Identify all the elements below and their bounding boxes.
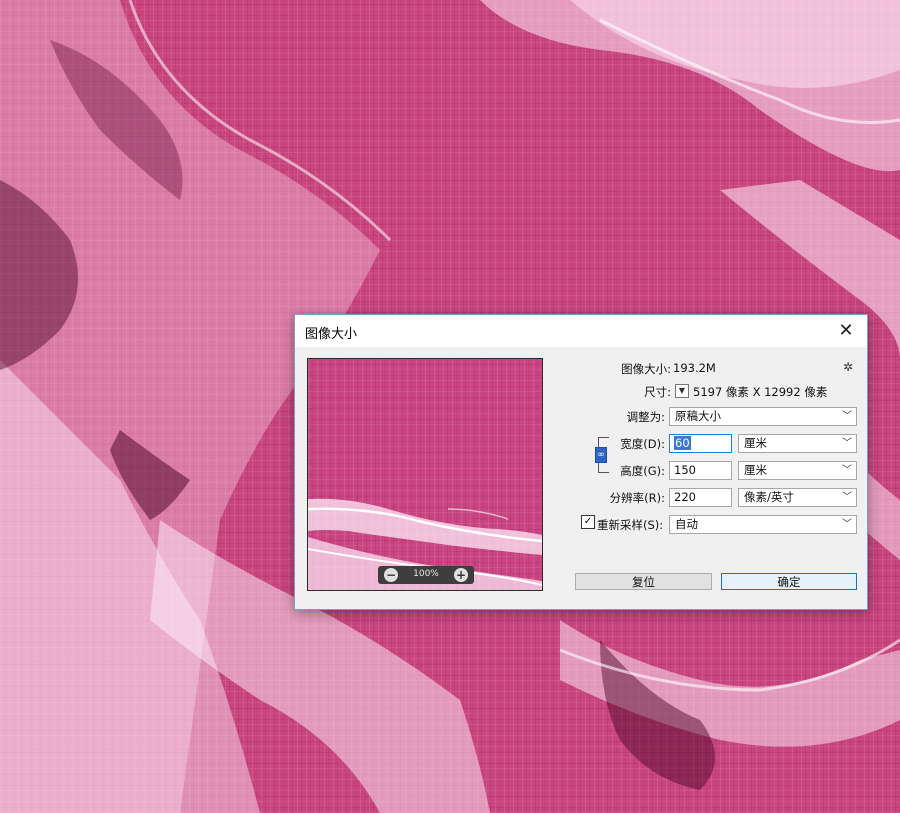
resample-value: 自动	[675, 517, 698, 531]
chevron-down-icon: ﹀	[842, 411, 852, 422]
width-field[interactable]: 60	[669, 434, 732, 453]
height-label: 高度(G):	[620, 464, 665, 478]
dimensions-value: 5197 像素 X 12992 像素	[693, 385, 828, 399]
chevron-down-icon: ﹀	[842, 465, 852, 476]
chevron-down-icon: ﹀	[842, 492, 852, 503]
zoom-value: 100%	[413, 569, 439, 579]
zoom-control: − 100% +	[378, 566, 474, 584]
resolution-value: 220	[674, 490, 696, 504]
reset-button[interactable]: 复位	[575, 573, 712, 590]
width-value: 60	[674, 436, 691, 450]
image-preview[interactable]: − 100% +	[307, 358, 543, 591]
chevron-down-icon: ﹀	[842, 519, 852, 530]
resolution-label: 分辨率(R):	[609, 491, 665, 505]
resolution-unit: 像素/英寸	[744, 490, 794, 504]
close-icon[interactable]: ✕	[831, 317, 861, 345]
resolution-unit-select[interactable]: 像素/英寸 ﹀	[738, 488, 857, 507]
chevron-down-icon: ﹀	[842, 438, 852, 449]
resample-label: 重新采样(S):	[597, 518, 664, 532]
gear-icon[interactable]: ✲	[843, 360, 853, 374]
image-size-label: 图像大小:	[621, 362, 671, 376]
height-unit-select[interactable]: 厘米 ﹀	[738, 461, 857, 480]
width-label: 宽度(D):	[620, 437, 665, 451]
fit-to-value: 原稿大小	[675, 409, 721, 423]
dialog-titlebar[interactable]: 图像大小 ✕	[295, 315, 867, 347]
image-size-dialog: 图像大小 ✕ − 100% + ✲ 图像大小: 193.2M 尺寸: ▼ 519…	[294, 314, 868, 610]
height-value: 150	[674, 463, 696, 477]
height-unit: 厘米	[744, 463, 767, 477]
ok-button[interactable]: 确定	[721, 573, 857, 590]
fit-to-label: 调整为:	[626, 410, 665, 424]
resample-select[interactable]: 自动 ﹀	[669, 515, 857, 534]
triangle-down-icon[interactable]: ▼	[675, 384, 689, 398]
height-field[interactable]: 150	[669, 461, 732, 480]
width-unit: 厘米	[744, 436, 767, 450]
image-size-value: 193.2M	[673, 361, 716, 375]
resolution-field[interactable]: 220	[669, 488, 732, 507]
resample-checkbox[interactable]: ✓	[581, 515, 595, 529]
minus-circle-icon[interactable]: −	[384, 568, 398, 582]
dimensions-label: 尺寸:	[644, 385, 671, 399]
plus-circle-icon[interactable]: +	[454, 568, 468, 582]
dialog-title: 图像大小	[305, 327, 358, 342]
fit-to-select[interactable]: 原稿大小 ﹀	[669, 407, 857, 426]
width-unit-select[interactable]: 厘米 ﹀	[738, 434, 857, 453]
